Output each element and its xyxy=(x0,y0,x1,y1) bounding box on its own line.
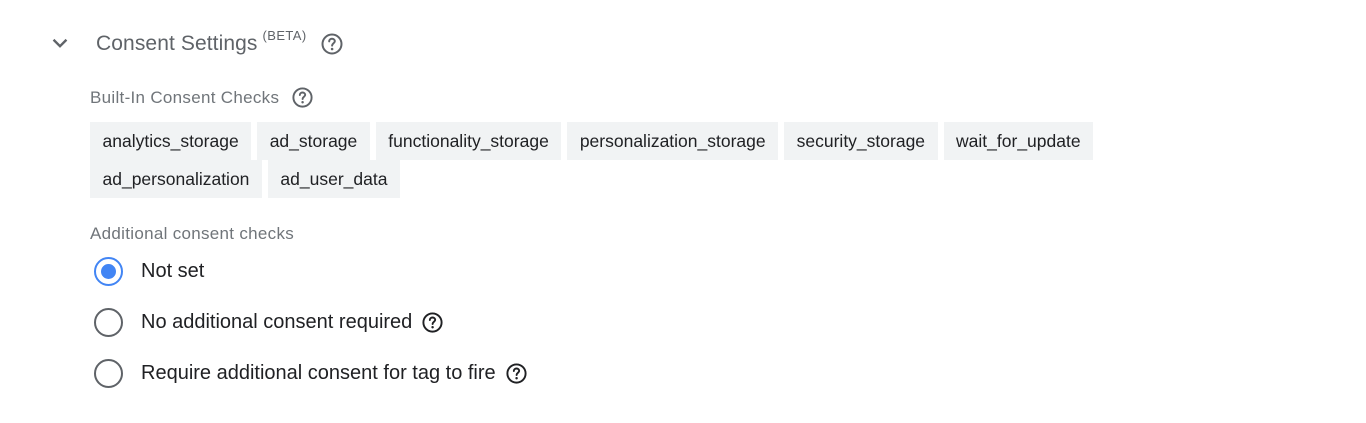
consent-chip: functionality_storage xyxy=(375,122,562,160)
builtin-consent-chips: analytics_storage ad_storage functionali… xyxy=(90,122,1190,198)
builtin-consent-heading-label: Built-In Consent Checks xyxy=(90,87,280,107)
consent-chip: wait_for_update xyxy=(943,122,1094,160)
radio-button[interactable] xyxy=(90,355,126,391)
chevron-down-icon[interactable] xyxy=(42,26,78,62)
consent-chip: ad_user_data xyxy=(267,160,400,198)
help-icon[interactable] xyxy=(421,311,444,334)
radio-outer-ring xyxy=(93,358,123,388)
beta-badge: (BETA) xyxy=(262,27,307,43)
radio-outer-ring xyxy=(93,307,123,337)
builtin-consent-heading: Built-In Consent Checks xyxy=(90,86,314,109)
section-title: Consent Settings xyxy=(96,32,258,55)
radio-label: Require additional consent for tag to fi… xyxy=(141,361,496,384)
radio-label: No additional consent required xyxy=(141,310,413,333)
consent-settings-panel: Consent Settings (BETA) Built-In Consent… xyxy=(0,0,1366,423)
help-icon[interactable] xyxy=(291,86,314,109)
radio-option-no-additional-consent[interactable]: No additional consent required xyxy=(90,302,444,342)
radio-button[interactable] xyxy=(90,253,126,289)
section-header: Consent Settings (BETA) xyxy=(40,24,344,64)
additional-consent-heading: Additional consent checks xyxy=(90,224,295,243)
radio-selected-dot xyxy=(100,263,116,279)
radio-button[interactable] xyxy=(90,304,126,340)
help-icon[interactable] xyxy=(505,362,528,385)
radio-outer-ring xyxy=(93,256,123,286)
help-icon[interactable] xyxy=(320,32,344,56)
consent-chip: ad_storage xyxy=(257,122,370,160)
consent-chip: security_storage xyxy=(784,122,938,160)
radio-option-not-set[interactable]: Not set xyxy=(90,251,204,291)
consent-chip: personalization_storage xyxy=(567,122,779,160)
consent-chip: analytics_storage xyxy=(90,122,252,160)
radio-option-require-additional-consent[interactable]: Require additional consent for tag to fi… xyxy=(90,353,528,393)
consent-chip: ad_personalization xyxy=(90,160,262,198)
radio-label: Not set xyxy=(141,259,205,282)
